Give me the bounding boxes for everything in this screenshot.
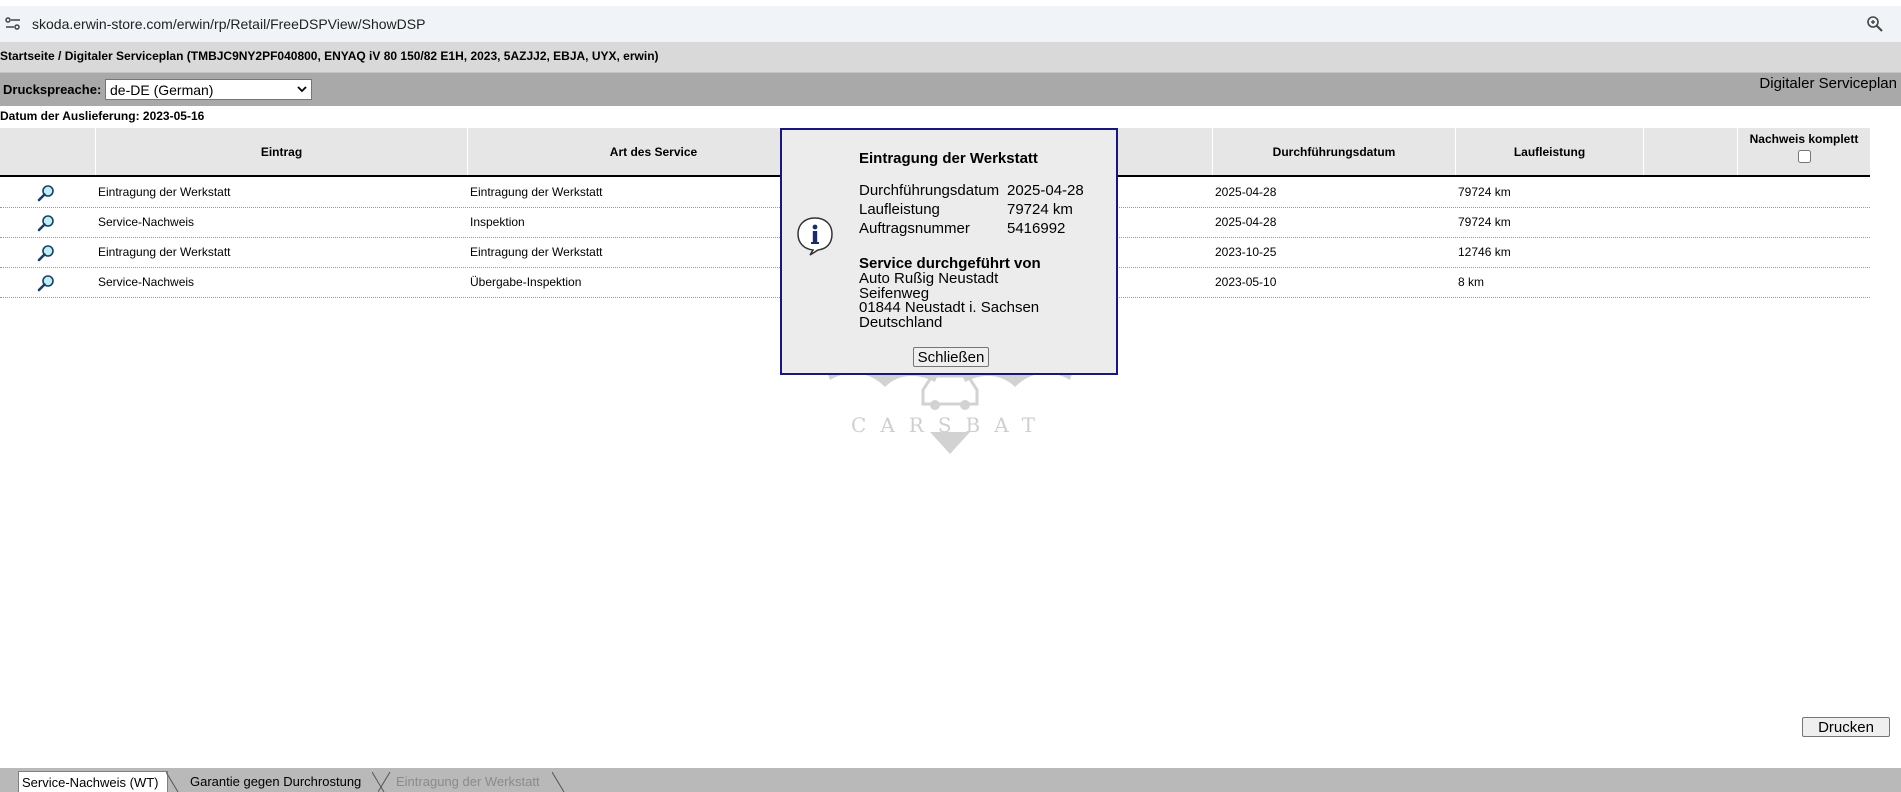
language-bar: Druckspreache: de-DE (German) Digitaler … [0, 73, 1901, 106]
language-select[interactable]: de-DE (German) [105, 79, 312, 100]
dialog-field-value: 2025-04-28 [1007, 182, 1084, 199]
cell-laufleistung: 79724 km [1458, 215, 1511, 229]
cell-datum: 2025-04-28 [1215, 185, 1277, 199]
tab-separator [552, 771, 565, 792]
cell-eintrag: Service-Nachweis [98, 215, 195, 229]
address-line: 01844 Neustadt i. Sachsen [859, 299, 1040, 316]
tab-service-nachweis[interactable]: Service-Nachweis (WT) [18, 771, 168, 792]
address-line: Deutschland [859, 313, 943, 331]
magnifier-icon[interactable] [37, 274, 55, 292]
magnifier-icon[interactable] [37, 184, 55, 202]
url-field[interactable]: skoda.erwin-store.com/erwin/rp/Retail/Fr… [32, 16, 425, 32]
info-icon [797, 217, 833, 256]
dialog-field-label: Auftragsnummer [859, 220, 970, 237]
cell-eintrag: Eintragung der Werkstatt [98, 245, 231, 259]
header-nachweis-komplett: Nachweis komplett [1737, 128, 1870, 175]
dialog-field-value: 5416992 [1007, 220, 1066, 237]
zoom-icon[interactable] [1866, 15, 1884, 33]
bottom-tab-bar: Service-Nachweis (WT) Garantie gegen Dur… [0, 768, 1901, 792]
watermark-text: CARSBAT [851, 413, 1049, 437]
dialog-field-label: Durchführungsdatum [859, 182, 1000, 199]
cell-art: Eintragung der Werkstatt [470, 245, 603, 259]
header-blank-column-2 [1643, 128, 1737, 175]
site-settings-icon[interactable] [4, 15, 22, 33]
tab-eintragung[interactable]: Eintragung der Werkstatt [380, 771, 576, 792]
header-icon-column [0, 128, 95, 175]
cell-art: Inspektion [470, 215, 525, 229]
breadcrumb-bar: Startseite / Digitaler Serviceplan (TMBJ… [0, 42, 1901, 73]
cell-datum: 2025-04-28 [1215, 215, 1277, 229]
nachweis-komplett-label: Nachweis komplett [1749, 132, 1859, 146]
breadcrumb: Startseite / Digitaler Serviceplan (TMBJ… [0, 49, 659, 63]
delivery-date: Datum der Auslieferung: 2023-05-16 [0, 109, 205, 123]
cell-eintrag: Service-Nachweis [98, 275, 195, 289]
workshop-entry-dialog: Eintragung der Werkstatt Durchführungsda… [780, 128, 1118, 375]
cell-laufleistung: 8 km [1458, 275, 1485, 289]
header-laufleistung: Laufleistung [1455, 128, 1643, 175]
cell-art: Eintragung der Werkstatt [470, 185, 603, 199]
chevron-down-icon [297, 86, 307, 93]
page-title: Digitaler Serviceplan [1759, 75, 1897, 92]
cell-eintrag: Eintragung der Werkstatt [98, 185, 231, 199]
dialog-field-label: Laufleistung [859, 201, 940, 218]
address-line: Auto Rußig Neustadt [859, 270, 999, 287]
header-durchfuehrungsdatum: Durchführungsdatum [1212, 128, 1455, 175]
tab-garantie[interactable]: Garantie gegen Durchrostung [176, 771, 388, 792]
browser-address-bar: skoda.erwin-store.com/erwin/rp/Retail/Fr… [0, 6, 1901, 42]
magnifier-icon[interactable] [37, 214, 55, 232]
header-eintrag: Eintrag [95, 128, 467, 175]
magnifier-icon[interactable] [37, 244, 55, 262]
language-label: Druckspreache: [3, 82, 102, 97]
cell-art: Übergabe-Inspektion [470, 275, 582, 289]
dialog-title: Eintragung der Werkstatt [859, 150, 1038, 167]
cell-datum: 2023-05-10 [1215, 275, 1277, 289]
cell-datum: 2023-10-25 [1215, 245, 1277, 259]
dialog-field-value: 79724 km [1007, 201, 1073, 218]
nachweis-komplett-checkbox[interactable] [1798, 150, 1811, 163]
language-selected-value: de-DE (German) [110, 81, 214, 98]
cell-laufleistung: 12746 km [1458, 245, 1511, 259]
cell-laufleistung: 79724 km [1458, 185, 1511, 199]
print-button[interactable]: Drucken [1802, 717, 1890, 737]
close-button[interactable]: Schließen [913, 347, 989, 367]
